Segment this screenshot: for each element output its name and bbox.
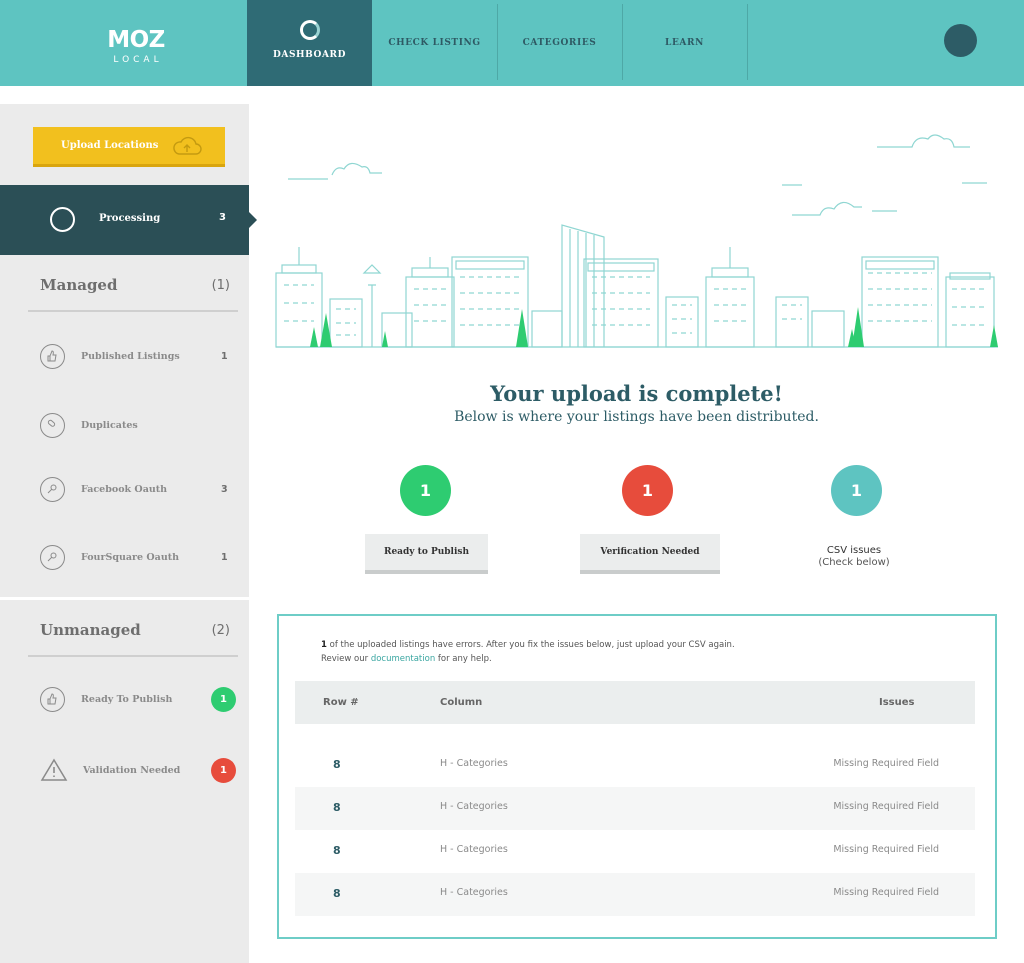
logo-text: MOZ: [107, 27, 165, 53]
cloud-upload-icon: [173, 136, 202, 155]
active-pointer: [249, 212, 257, 228]
csv-issues-title: CSV issues: [826, 545, 882, 556]
table-row: 8 H - Categories Missing Required Field: [295, 744, 975, 787]
column-header-row: Row #: [323, 697, 359, 708]
error-message-text: of the uploaded listings have errors. Af…: [326, 640, 735, 650]
table-row: 8 H - Categories Missing Required Field: [295, 787, 975, 830]
row-number: 8: [333, 887, 341, 900]
upload-complete-header: Your upload is complete! Below is where …: [249, 381, 1024, 425]
table-row: 8 H - Categories Missing Required Field: [295, 873, 975, 916]
sidebar-item-duplicates[interactable]: Duplicates: [40, 413, 240, 439]
page-subtitle: Below is where your listings have been d…: [454, 409, 819, 425]
csv-issues-label: CSV issues (Check below): [794, 545, 914, 569]
row-issue: Missing Required Field: [833, 844, 939, 855]
key-icon: [40, 545, 65, 570]
processing-item[interactable]: Processing 3: [0, 185, 257, 255]
nav-dashboard[interactable]: DASHBOARD: [247, 0, 372, 86]
logo-subtext: LOCAL: [113, 55, 163, 65]
page-title: Your upload is complete!: [490, 381, 783, 406]
errors-table-header: Row # Column Issues: [295, 681, 975, 724]
section-divider: [0, 597, 249, 600]
top-navigation-bar: MOZ LOCAL DASHBOARD CHECK LISTING CATEGO…: [0, 0, 1024, 86]
row-column: H - Categories: [440, 844, 508, 855]
unmanaged-section-header: Unmanaged (2): [28, 621, 238, 657]
managed-section-header: Managed (1): [28, 276, 238, 312]
row-number: 8: [333, 801, 341, 814]
processing-label: Processing: [99, 213, 161, 224]
column-header-column: Column: [440, 697, 483, 708]
dashboard-icon: [299, 20, 320, 40]
processing-icon: [50, 207, 75, 232]
row-issue: Missing Required Field: [833, 887, 939, 898]
sidebar-item-label: Duplicates: [81, 420, 138, 431]
review-prefix: Review our: [321, 654, 371, 664]
warning-icon: [40, 758, 68, 781]
sidebar-item-label: Validation Needed: [83, 765, 181, 776]
managed-count: (1): [211, 278, 230, 293]
verification-needed-button[interactable]: Verification Needed: [580, 534, 720, 574]
sidebar-item-label: FourSquare Oauth: [81, 552, 180, 563]
row-column: H - Categories: [440, 801, 508, 812]
row-number: 8: [333, 844, 341, 857]
nav-learn-label: LEARN: [665, 38, 704, 48]
sidebar-item-count: 3: [221, 484, 228, 495]
managed-title: Managed: [40, 276, 118, 294]
sidebar-item-label: Published Listings: [81, 351, 180, 362]
column-header-issues: Issues: [879, 697, 915, 708]
thumbs-up-icon: [40, 687, 65, 712]
upload-locations-button[interactable]: Upload Locations: [33, 127, 225, 167]
sidebar-item-foursquare-oauth[interactable]: FourSquare Oauth 1: [40, 545, 240, 571]
row-issue: Missing Required Field: [833, 758, 939, 769]
unmanaged-count: (2): [211, 623, 230, 638]
city-skyline-illustration: [275, 134, 998, 348]
moz-local-logo[interactable]: MOZ LOCAL: [100, 28, 172, 65]
nav-divider: [747, 4, 748, 80]
duplicates-icon: [40, 413, 65, 438]
sidebar-item-published-listings[interactable]: Published Listings 1: [40, 344, 240, 370]
verification-needed-count: 1: [622, 465, 673, 516]
row-column: H - Categories: [440, 887, 508, 898]
sidebar-item-count: 1: [221, 351, 228, 362]
nav-categories-label: CATEGORIES: [522, 38, 597, 48]
ready-to-publish-button[interactable]: Ready to Publish: [365, 534, 488, 574]
row-column: H - Categories: [440, 758, 508, 769]
sidebar-item-label: Facebook Oauth: [81, 484, 168, 495]
key-icon: [40, 477, 65, 502]
sidebar-item-facebook-oauth[interactable]: Facebook Oauth 3: [40, 477, 240, 503]
processing-count: 3: [219, 212, 226, 223]
nav-learn[interactable]: LEARN: [622, 0, 747, 86]
nav-check-listing[interactable]: CHECK LISTING: [372, 0, 497, 86]
sidebar-item-label: Ready To Publish: [81, 694, 173, 705]
nav-categories[interactable]: CATEGORIES: [497, 0, 622, 86]
errors-message: 1 of the uploaded listings have errors. …: [321, 638, 735, 666]
user-avatar[interactable]: [944, 24, 977, 57]
validation-count-badge: 1: [211, 758, 236, 783]
sidebar-item-ready-to-publish[interactable]: Ready To Publish 1: [40, 687, 240, 713]
nav-dashboard-label: DASHBOARD: [272, 50, 347, 60]
unmanaged-title: Unmanaged: [40, 621, 141, 639]
review-suffix: for any help.: [435, 654, 492, 664]
ready-count-badge: 1: [211, 687, 236, 712]
table-row: 8 H - Categories Missing Required Field: [295, 830, 975, 873]
sidebar-item-count: 1: [221, 552, 228, 563]
upload-locations-label: Upload Locations: [61, 140, 159, 151]
row-issue: Missing Required Field: [833, 801, 939, 812]
documentation-link[interactable]: documentation: [371, 654, 435, 664]
sidebar: Upload Locations Processing 3 Managed (1…: [0, 104, 257, 963]
csv-issues-sublabel: (Check below): [818, 557, 890, 568]
csv-issues-count: 1: [831, 465, 882, 516]
csv-errors-panel: 1 of the uploaded listings have errors. …: [277, 614, 997, 939]
thumbs-up-icon: [40, 344, 65, 369]
nav-check-listing-label: CHECK LISTING: [388, 38, 481, 48]
row-number: 8: [333, 758, 341, 771]
sidebar-item-validation-needed[interactable]: Validation Needed 1: [40, 758, 240, 784]
ready-to-publish-count: 1: [400, 465, 451, 516]
